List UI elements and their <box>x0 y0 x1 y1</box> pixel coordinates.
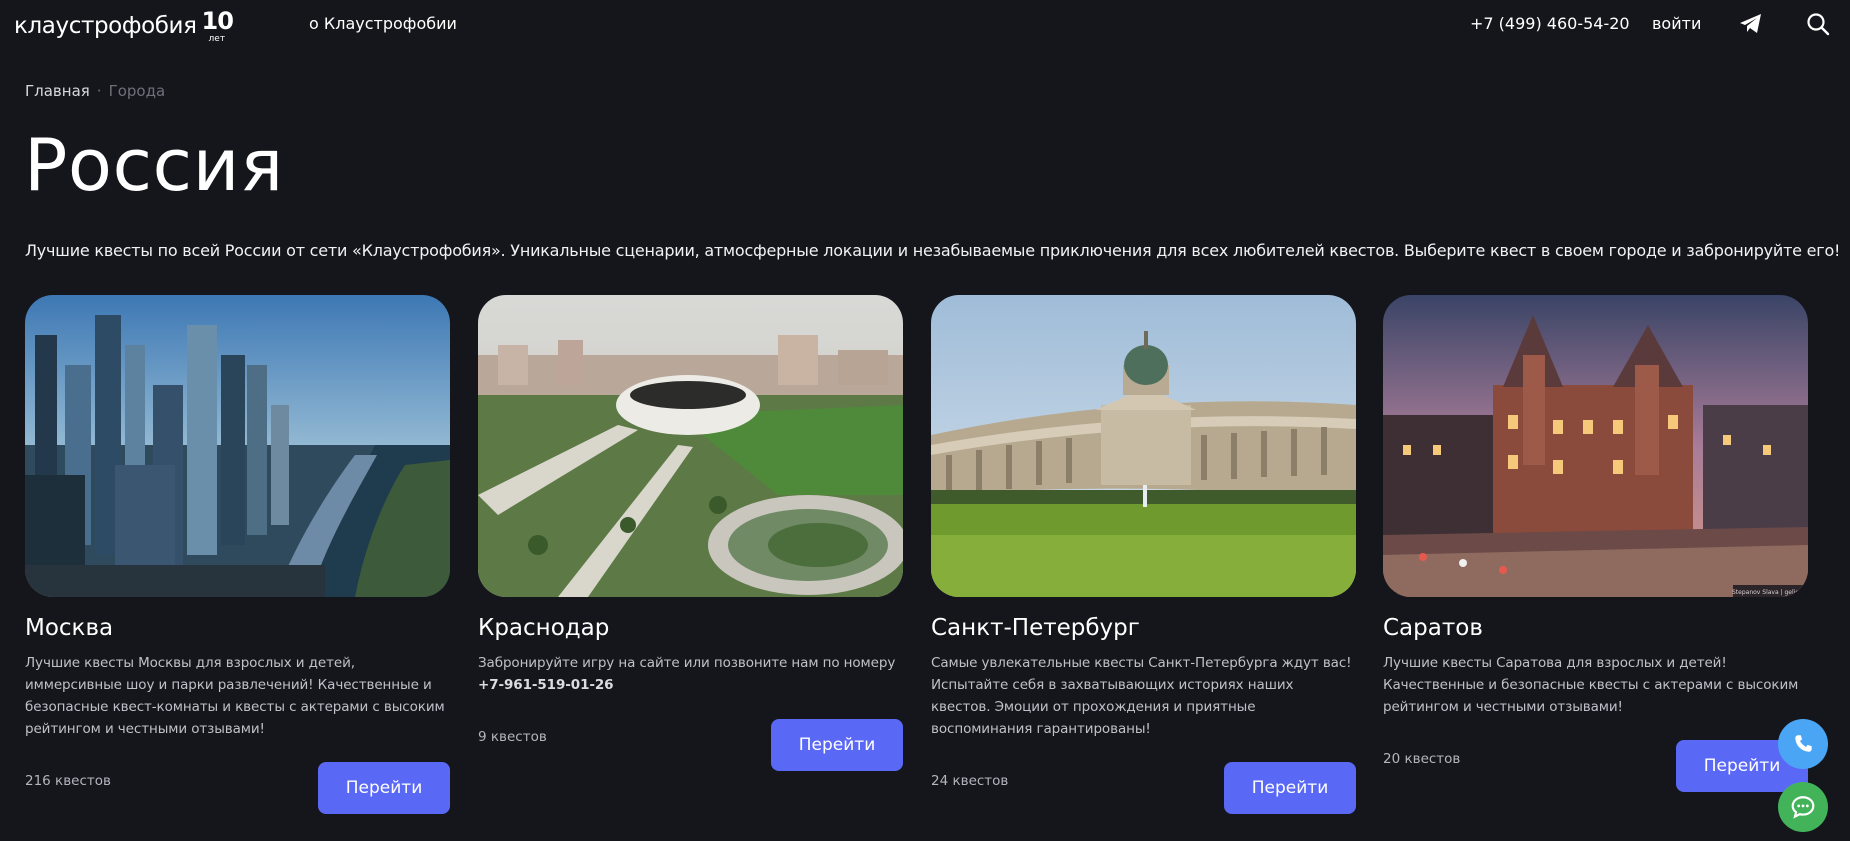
site-header: клаустрофобия 10 лет о Клаустрофобии +7 … <box>0 0 1850 48</box>
city-image-saratov[interactable]: Stepanov Slava | gelio <box>1383 295 1808 597</box>
go-button-krasnodar[interactable]: Перейти <box>771 719 903 771</box>
city-description: Лучшие квесты Москвы для взрослых и дете… <box>25 655 445 737</box>
go-button-moscow[interactable]: Перейти <box>318 762 450 814</box>
quest-count: 20 квестов <box>1383 751 1461 767</box>
logo-text: клаустрофобия <box>14 13 197 39</box>
city-image-krasnodar[interactable] <box>478 295 903 597</box>
city-name[interactable]: Саратов <box>1383 615 1483 641</box>
city-card-moscow: Москва Лучшие квесты Москвы для взрослых… <box>25 295 450 814</box>
header-phone-link[interactable]: +7 (499) 460-54-20 <box>1470 14 1630 33</box>
city-name[interactable]: Москва <box>25 615 113 641</box>
breadcrumb-home[interactable]: Главная <box>25 82 90 100</box>
callback-button[interactable] <box>1778 719 1828 769</box>
nav-about-link[interactable]: о Клаустрофобии <box>309 14 457 33</box>
page-title: Россия <box>24 123 284 207</box>
city-description: Забронируйте игру на сайте или позвоните… <box>478 652 903 696</box>
city-description: Самые увлекательные квесты Санкт-Петербу… <box>931 655 1352 737</box>
city-name[interactable]: Краснодар <box>478 615 609 641</box>
page-intro: Лучшие квесты по всей России от сети «Кл… <box>25 241 1841 260</box>
telegram-icon[interactable] <box>1739 13 1763 35</box>
city-phone[interactable]: +7-961-519-01-26 <box>478 677 614 693</box>
city-name[interactable]: Санкт-Петербург <box>931 615 1140 641</box>
city-description-text: Забронируйте игру на сайте или позвоните… <box>478 655 896 671</box>
city-description: Лучшие квесты Саратова для взрослых и де… <box>1383 655 1799 715</box>
photo-credit: Stepanov Slava | gelio <box>1732 589 1799 596</box>
login-link[interactable]: войти <box>1652 14 1701 33</box>
city-card-saratov: Stepanov Slava | gelio Саратов Лучшие кв… <box>1383 295 1808 792</box>
quest-count: 9 квестов <box>478 729 547 745</box>
city-card-krasnodar: Краснодар Забронируйте игру на сайте или… <box>478 295 903 771</box>
breadcrumb: Главная · Города <box>25 82 165 100</box>
chat-icon <box>1791 796 1815 819</box>
go-button-saint-petersburg[interactable]: Перейти <box>1224 762 1356 814</box>
logo[interactable]: клаустрофобия 10 лет <box>14 6 235 46</box>
breadcrumb-separator: · <box>96 82 102 100</box>
chat-button[interactable] <box>1778 782 1828 832</box>
quest-count: 216 квестов <box>25 773 111 789</box>
city-image-moscow[interactable] <box>25 295 450 597</box>
city-image-saint-petersburg[interactable] <box>931 295 1356 597</box>
anniversary-caption: лет <box>208 34 226 44</box>
phone-icon <box>1795 735 1812 752</box>
quest-count: 24 квестов <box>931 773 1009 789</box>
anniversary-badge: 10 лет <box>199 6 235 44</box>
search-icon[interactable] <box>1806 12 1830 36</box>
city-card-saint-petersburg: Санкт-Петербург Самые увлекательные квес… <box>931 295 1356 814</box>
anniversary-number: 10 <box>201 7 234 35</box>
breadcrumb-current: Города <box>108 82 166 100</box>
